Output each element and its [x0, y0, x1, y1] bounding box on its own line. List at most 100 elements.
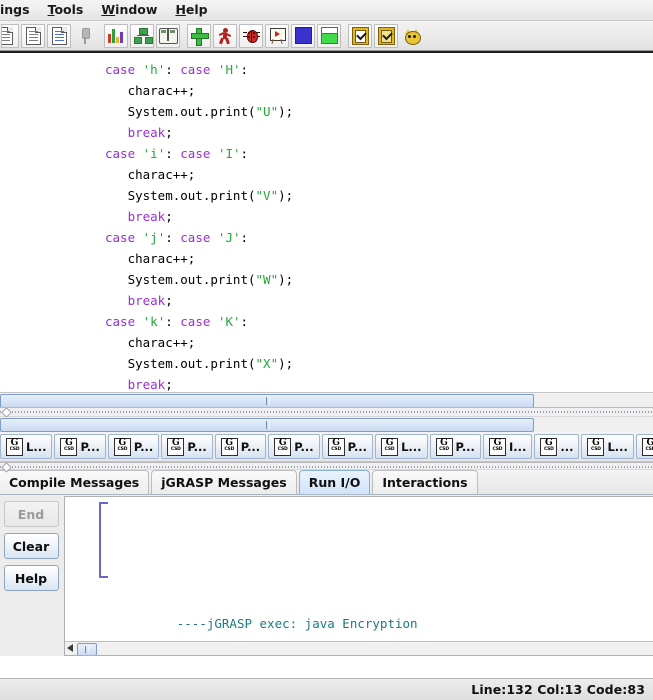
file-tab[interactable]: G CSD P... [429, 434, 481, 459]
code-token: System.out.print( [105, 188, 256, 203]
uml-hierarchy-icon[interactable] [130, 23, 154, 48]
gcsd-icon: GCSD [540, 437, 558, 456]
menu-item-help[interactable]: Help [166, 0, 216, 20]
open-file-icon[interactable] [21, 23, 45, 48]
file-tab-label: L... [607, 439, 628, 454]
code-token: case [180, 230, 218, 245]
code-token: charac++; [105, 251, 196, 266]
blue-square-icon[interactable] [291, 23, 315, 48]
debug-bug-icon[interactable] [239, 23, 263, 48]
panel-tab-strip[interactable]: Compile Messages jGRASP Messages Run I/O In… [0, 470, 653, 495]
code-line: case 'i': case 'I': [105, 143, 653, 164]
console-bracket-top [99, 502, 108, 578]
documentation-book-icon[interactable] [156, 23, 180, 48]
code-token: ); [278, 188, 294, 203]
file-tab-strip[interactable]: G CSD L... G CSD P... G CSD P... G CSD P... G CSD P...… [0, 432, 653, 462]
lower-pane-horizontal-scrollbar[interactable] [0, 417, 653, 432]
code-line: charac++; [105, 248, 653, 269]
file-tab[interactable]: G CSD P... [214, 434, 267, 459]
file-tab[interactable]: G CSD L... [0, 434, 53, 459]
code-token: : [165, 314, 181, 329]
editor-horizontal-scrollbar[interactable] [0, 392, 653, 408]
gcsd-icon: GCSD [488, 437, 506, 456]
lower-pane-scrollbar-thumb[interactable] [0, 418, 534, 432]
gcsd-icon: GCSD [381, 437, 399, 456]
file-tab[interactable]: G CSD P... [321, 434, 374, 459]
file-tab[interactable]: G CSD P... [161, 434, 213, 459]
file-tab[interactable]: G CSD P... [268, 434, 320, 459]
run-io-button-column: End Clear Help [0, 495, 62, 656]
file-tab[interactable]: G CSD P... [107, 434, 160, 459]
code-token: : [240, 230, 249, 245]
editor-scrollbar-thumb[interactable] [0, 394, 534, 408]
csd-chart-icon[interactable] [104, 23, 128, 48]
file-tab[interactable]: G CSD I... [482, 434, 533, 459]
run-applet-icon[interactable] [265, 23, 289, 48]
code-token: System.out.print( [105, 272, 256, 287]
menu-bar: ings Tools Window Help [0, 0, 653, 21]
panel-tab-run-i-o[interactable]: Run I/O [298, 470, 371, 494]
file-tab[interactable]: GCSD... [534, 434, 580, 459]
run-program-icon[interactable] [213, 23, 237, 48]
code-token: ); [278, 272, 294, 287]
panel-tab-jgrasp-messages[interactable]: jGRASP Messages [151, 470, 297, 494]
console-scrollbar-thumb[interactable] [77, 643, 97, 655]
easel-glyph [269, 27, 286, 44]
check-clipboard-icon[interactable] [348, 23, 372, 48]
file-tab[interactable]: G CSD P... [54, 434, 106, 459]
compile-plus-icon[interactable] [187, 23, 211, 48]
clear-button[interactable]: Clear [3, 533, 59, 559]
panel-tab-interactions[interactable]: Interactions [372, 470, 478, 494]
clipboard-glyph [351, 26, 369, 45]
code-token: : [240, 314, 249, 329]
scroll-left-arrow-icon[interactable] [67, 644, 73, 652]
exec-text: ----jGRASP exec: java Encryption [169, 616, 418, 631]
editor-split-divider[interactable] [0, 407, 653, 417]
file-tab[interactable]: G CSD L... [375, 434, 428, 459]
plus-glyph [191, 27, 209, 46]
checked-folder-icon[interactable] [374, 23, 398, 48]
bars-glyph [108, 28, 124, 43]
doc-glyph [25, 26, 41, 45]
file-tab-label: I... [508, 439, 527, 454]
file-tab-label: P... [347, 439, 368, 454]
code-token: : [240, 146, 249, 161]
new-file-icon[interactable] [1, 23, 19, 48]
code-token: case [105, 230, 143, 245]
help-button[interactable]: Help [3, 565, 59, 591]
menu-item-window[interactable]: Window [92, 0, 166, 20]
code-editor[interactable]: case 'h': case 'H': charac++; System.out… [0, 51, 653, 392]
pin-icon[interactable] [73, 24, 97, 48]
code-token: break [127, 125, 166, 140]
file-tab[interactable]: G CSD L... [581, 434, 634, 459]
gcsd-icon: GCSD [113, 437, 131, 456]
panel-tab-compile-messages[interactable]: Compile Messages [0, 470, 150, 494]
code-token: case [105, 146, 143, 161]
toolbar-separator [98, 24, 103, 48]
code-token: case [180, 314, 218, 329]
book-glyph [158, 27, 178, 44]
code-lines[interactable]: case 'h': case 'H': charac++; System.out… [0, 53, 653, 392]
file-tab[interactable]: GCSD... [635, 434, 653, 459]
file-tab-label: ... [560, 439, 574, 454]
run-io-console[interactable]: ----jGRASP exec: java Encryption Enter a… [64, 496, 653, 656]
cat-icon[interactable] [400, 24, 424, 48]
save-file-icon[interactable] [47, 23, 71, 48]
menu-item-tools[interactable]: Tools [39, 0, 93, 20]
code-token: ; [165, 377, 173, 392]
green-window-glyph [320, 27, 338, 44]
green-window-icon[interactable] [317, 23, 341, 48]
code-token: ; [165, 209, 173, 224]
menu-item-settings[interactable]: ings [0, 0, 39, 20]
console-horizontal-scrollbar[interactable] [65, 641, 653, 655]
doc-blue-glyph [51, 26, 67, 45]
file-tab-label: P... [187, 439, 207, 454]
gcsd-icon: GCSD [6, 437, 23, 456]
gcsd-icon: GCSD [587, 437, 605, 456]
gcsd-icon: GCSD [60, 437, 78, 456]
toolbar-separator [342, 24, 347, 48]
code-token: case [180, 62, 218, 77]
gcsd-icon: GCSD [641, 437, 653, 456]
